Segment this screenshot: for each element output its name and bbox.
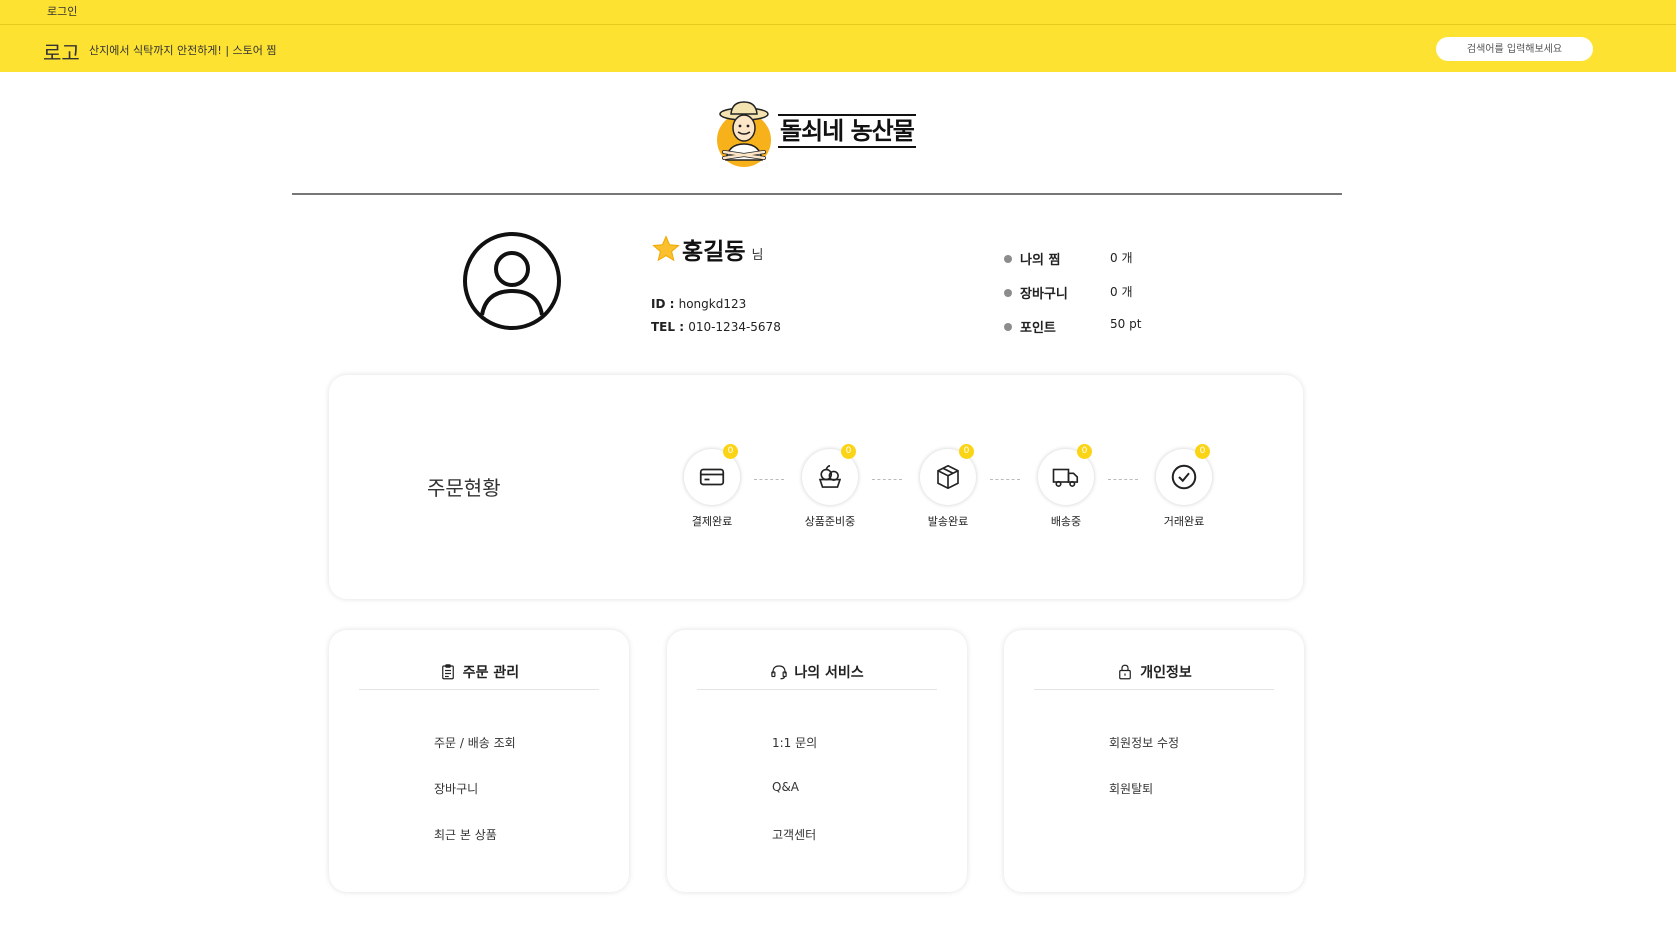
brand-logo[interactable]: 돌쇠네 농산물 — [714, 100, 920, 168]
stat-label: 포인트 — [1020, 321, 1056, 336]
order-status-title: 주문현황 — [427, 476, 501, 500]
card-header: 주문 관리 — [359, 654, 599, 690]
stat-label: 장바구니 — [1020, 287, 1068, 302]
card-title: 개인정보 — [1140, 664, 1192, 681]
profile-id-label: ID : — [651, 297, 679, 311]
stat-points[interactable]: 포인트 50 pt — [1004, 316, 1204, 350]
step-count-badge: 0 — [723, 444, 738, 459]
bullet-dot — [1004, 289, 1012, 297]
step-count-badge: 0 — [841, 444, 856, 459]
card-title: 나의 서비스 — [794, 664, 864, 681]
step-circle: 0 — [802, 444, 858, 505]
credit-card-icon — [699, 468, 725, 486]
top-bar: 로그인 로고 산지에서 식탁까지 안전하게! | 스토어 찜 — [0, 0, 1676, 72]
produce-basket-icon — [818, 464, 842, 488]
profile-stats: 나의 찜 0 개 장바구니 0 개 포인트 50 pt — [1004, 248, 1204, 350]
card-header: 나의 서비스 — [697, 654, 937, 690]
profile-tel-value: 010-1234-5678 — [688, 320, 781, 334]
profile-name-suffix: 님 — [751, 247, 764, 263]
step-circle: 0 — [684, 444, 740, 505]
step-label: 배송중 — [1050, 515, 1082, 528]
brand-name: 돌쇠네 농산물 — [778, 114, 916, 148]
check-circle-icon — [1171, 464, 1197, 490]
my-service-card: 나의 서비스 1:1 문의 Q&A 고객센터 — [667, 630, 967, 892]
menu-item-order-tracking[interactable]: 주문 / 배송 조회 — [434, 734, 516, 780]
star-icon — [652, 235, 680, 262]
stat-cart[interactable]: 장바구니 0 개 — [1004, 282, 1204, 316]
step-label: 거래완료 — [1163, 515, 1205, 528]
farmer-mascot-icon — [717, 101, 771, 167]
order-status-steps: 0 결제완료 0 상품준비중 0 발송완료 0 배송중 0 거래완료 — [683, 444, 1213, 539]
bullet-dot — [1004, 323, 1012, 331]
delivery-truck-icon — [1052, 468, 1079, 487]
menu-item-cart[interactable]: 장바구니 — [434, 780, 516, 826]
profile-tel-label: TEL : — [651, 320, 689, 334]
stat-label: 나의 찜 — [1020, 253, 1061, 268]
package-box-icon — [937, 464, 959, 490]
header-divider — [292, 193, 1342, 195]
step-label: 상품준비중 — [804, 515, 856, 528]
header-slogan: 산지에서 식탁까지 안전하게! | 스토어 찜 — [89, 44, 277, 57]
profile-id-value: hongkd123 — [678, 297, 747, 311]
menu-item-customer-center[interactable]: 고객센터 — [772, 826, 817, 872]
stat-value: 50 pt — [1110, 317, 1142, 331]
menu-list: 1:1 문의 Q&A 고객센터 — [772, 734, 817, 872]
step-circle: 0 — [920, 444, 976, 505]
profile-tel: TEL : 010-1234-5678 — [651, 320, 781, 334]
stat-value: 0 개 — [1110, 251, 1133, 265]
menu-list: 주문 / 배송 조회 장바구니 최근 본 상품 — [434, 734, 516, 872]
menu-list: 회원정보 수정 회원탈퇴 — [1109, 734, 1179, 826]
step-preparing[interactable]: 0 상품준비중 — [801, 444, 859, 529]
profile-name-row: 홍길동 님 — [651, 232, 763, 266]
step-in-delivery[interactable]: 0 배송중 — [1037, 444, 1095, 529]
login-link[interactable]: 로그인 — [47, 3, 77, 19]
header-logo[interactable]: 로고 — [43, 37, 80, 66]
step-count-badge: 0 — [1195, 444, 1210, 459]
menu-item-recently-viewed[interactable]: 최근 본 상품 — [434, 826, 516, 872]
menu-item-withdraw[interactable]: 회원탈퇴 — [1109, 780, 1179, 826]
step-payment-complete[interactable]: 0 결제완료 — [683, 444, 741, 529]
step-connector — [754, 479, 784, 480]
lock-icon — [1119, 664, 1132, 679]
menu-item-qna[interactable]: Q&A — [772, 780, 817, 826]
order-status-card: 주문현황 0 결제완료 0 상품준비중 0 발송완료 0 배송중 0 거래완료 — [329, 375, 1303, 599]
step-circle: 0 — [1156, 444, 1212, 505]
bullet-dot — [1004, 255, 1012, 263]
stat-value: 0 개 — [1110, 285, 1133, 299]
menu-item-edit-profile[interactable]: 회원정보 수정 — [1109, 734, 1179, 780]
order-management-card: 주문 관리 주문 / 배송 조회 장바구니 최근 본 상품 — [329, 630, 629, 892]
user-avatar-icon — [463, 232, 561, 330]
step-count-badge: 0 — [1077, 444, 1092, 459]
step-shipped[interactable]: 0 발송완료 — [919, 444, 977, 529]
step-connector — [990, 479, 1020, 480]
card-header: 개인정보 — [1034, 654, 1274, 690]
step-circle: 0 — [1038, 444, 1094, 505]
step-complete[interactable]: 0 거래완료 — [1155, 444, 1213, 529]
step-connector — [1108, 479, 1138, 480]
personal-info-card: 개인정보 회원정보 수정 회원탈퇴 — [1004, 630, 1304, 892]
stat-wishlist[interactable]: 나의 찜 0 개 — [1004, 248, 1204, 282]
step-label: 결제완료 — [691, 515, 733, 528]
clipboard-icon — [441, 663, 454, 679]
headset-icon — [771, 664, 788, 679]
profile-id: ID : hongkd123 — [651, 297, 746, 311]
search-input[interactable] — [1436, 37, 1593, 61]
login-row: 로그인 — [0, 0, 1676, 25]
step-count-badge: 0 — [959, 444, 974, 459]
menu-item-inquiry[interactable]: 1:1 문의 — [772, 734, 817, 780]
profile-name: 홍길동 — [682, 239, 746, 265]
step-label: 발송완료 — [927, 515, 969, 528]
step-connector — [872, 479, 902, 480]
card-title: 주문 관리 — [462, 664, 520, 681]
